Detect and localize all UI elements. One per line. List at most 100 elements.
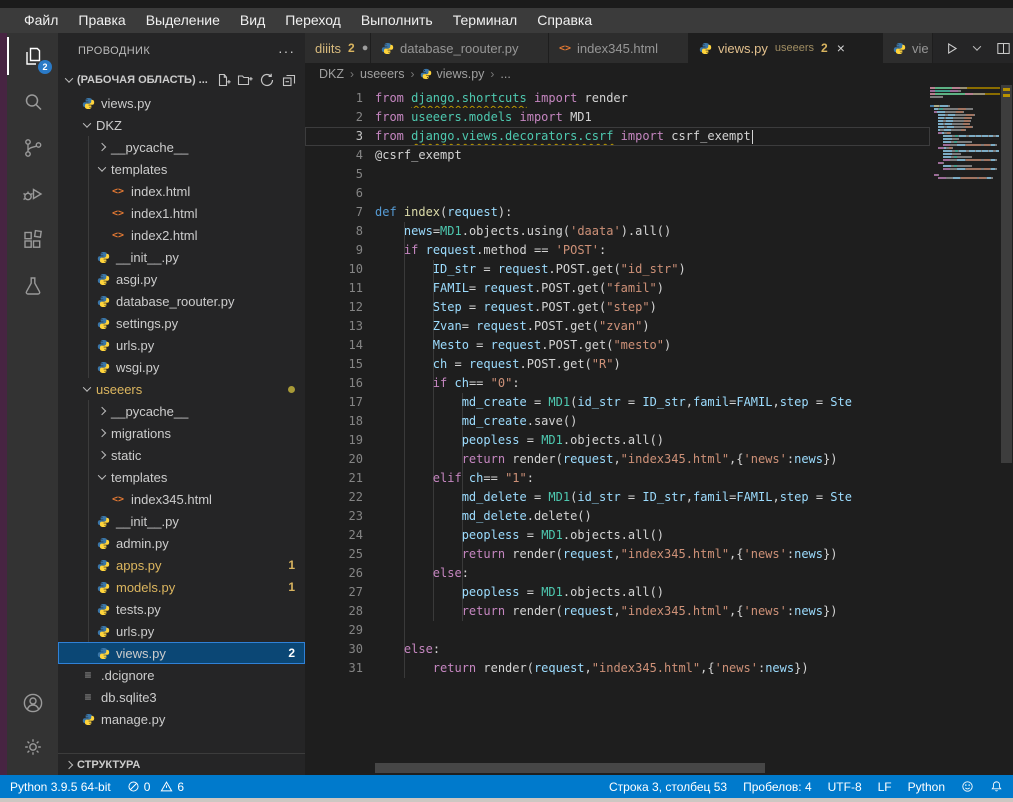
tree-item-templates[interactable]: templates [58, 158, 305, 180]
status-language-mode[interactable]: Python [908, 780, 945, 794]
minimap-line [930, 147, 1000, 149]
status-indentation[interactable]: Пробелов: 4 [743, 780, 812, 794]
collapse-folders-icon[interactable] [281, 72, 297, 88]
tab-index345[interactable]: <>index345.html [549, 33, 689, 63]
tab-views-partial[interactable]: vie [883, 33, 933, 63]
minimap-line [930, 135, 1000, 137]
tree-item-urls-py[interactable]: urls.py [58, 620, 305, 642]
status-feedback[interactable] [961, 780, 974, 793]
list-file-icon: ≡ [80, 690, 96, 704]
refresh-icon[interactable] [259, 72, 275, 88]
menu-item-selection[interactable]: Выделение [136, 8, 230, 33]
tree-item-settings-py[interactable]: settings.py [58, 312, 305, 334]
tab-views[interactable]: views.pyuseeers2× [689, 33, 883, 63]
breadcrumb-separator: › [410, 67, 414, 81]
status-python-interpreter[interactable]: Python 3.9.5 64-bit [10, 780, 111, 794]
tree-item--dcignore[interactable]: ≡.dcignore [58, 664, 305, 686]
menu-item-view[interactable]: Вид [230, 8, 275, 33]
feedback-smiley-icon[interactable] [961, 780, 974, 793]
tree-item-urls-py[interactable]: urls.py [58, 334, 305, 356]
code-line-content: md_delete = MD1(id_str = ID_str,famil=FA… [363, 488, 852, 507]
tree-item-index345-html[interactable]: <>index345.html [58, 488, 305, 510]
menu-item-edit[interactable]: Правка [68, 8, 135, 33]
breadcrumb-item[interactable]: useeers [360, 67, 404, 81]
tree-item--pycache-[interactable]: __pycache__ [58, 400, 305, 422]
scrollbar-slider[interactable] [1001, 85, 1012, 463]
breadcrumb-item[interactable]: ... [500, 67, 510, 81]
workspace-header[interactable]: (РАБОЧАЯ ОБЛАСТЬ) ... [58, 68, 305, 92]
breadcrumb[interactable]: DKZ›useeers›views.py›... [305, 63, 1013, 85]
breadcrumb-item[interactable]: DKZ [319, 67, 344, 81]
activity-extensions-button[interactable] [7, 217, 58, 263]
activity-search-button[interactable] [7, 79, 58, 125]
tree-item-database-roouter-py[interactable]: database_roouter.py [58, 290, 305, 312]
menu-item-help[interactable]: Справка [527, 8, 602, 33]
warning-icon [160, 780, 173, 793]
file-icon [95, 537, 111, 550]
tree-item-db-sqlite3[interactable]: ≡db.sqlite3 [58, 686, 305, 708]
close-icon[interactable]: × [837, 40, 845, 56]
minimap-line [930, 108, 1000, 110]
tree-item-views-py[interactable]: views.py2 [58, 642, 305, 664]
menu-item-run[interactable]: Выполнить [351, 8, 443, 33]
tree-item-apps-py[interactable]: apps.py1 [58, 554, 305, 576]
tree-item-templates[interactable]: templates [58, 466, 305, 488]
tree-item--init-py[interactable]: __init__.py [58, 510, 305, 532]
activity-run-debug-button[interactable] [7, 171, 58, 217]
tree-item-index2-html[interactable]: <>index2.html [58, 224, 305, 246]
minimap-line [930, 150, 1000, 152]
status-cursor-position[interactable]: Строка 3, столбец 53 [609, 780, 727, 794]
minimap-line [930, 105, 1000, 107]
tree-item-label: __pycache__ [111, 404, 188, 419]
tree-item-useeers[interactable]: useeers [58, 378, 305, 400]
activity-explorer-button[interactable]: 2 [7, 33, 58, 79]
menu-item-terminal[interactable]: Терминал [443, 8, 527, 33]
activity-source-control-button[interactable] [7, 125, 58, 171]
tree-item-index-html[interactable]: <>index.html [58, 180, 305, 202]
tree-item--init-py[interactable]: __init__.py [58, 246, 305, 268]
tree-item-models-py[interactable]: models.py1 [58, 576, 305, 598]
status-problems[interactable]: 06 [127, 780, 184, 794]
status-eol[interactable]: LF [878, 780, 892, 794]
file-icon [95, 295, 111, 308]
tree-item-migrations[interactable]: migrations [58, 422, 305, 444]
menu-item-file[interactable]: Файл [14, 8, 68, 33]
chevron-down-icon[interactable] [973, 42, 981, 50]
code-area[interactable]: 1from django.shortcuts import render2fro… [305, 85, 1013, 775]
tree-item-static[interactable]: static [58, 444, 305, 466]
tree-item-manage-py[interactable]: manage.py [58, 708, 305, 730]
tab-diiits[interactable]: diiits2● [305, 33, 371, 63]
breadcrumb-item[interactable]: views.py [436, 67, 484, 81]
tab-database-roouter[interactable]: database_roouter.py [371, 33, 549, 63]
notifications-bell-icon[interactable] [990, 780, 1003, 793]
outline-section-header[interactable]: СТРУКТУРА [58, 753, 305, 775]
tree-item-admin-py[interactable]: admin.py [58, 532, 305, 554]
horizontal-scrollbar[interactable] [375, 763, 765, 773]
run-icon[interactable] [943, 40, 960, 57]
vertical-scrollbar[interactable] [1000, 85, 1013, 775]
settings-button[interactable] [7, 725, 58, 769]
tree-item-asgi-py[interactable]: asgi.py [58, 268, 305, 290]
code-line: 16 if ch== "0": [305, 374, 930, 393]
sidebar-more-actions[interactable]: ··· [278, 43, 295, 59]
tree-item--pycache-[interactable]: __pycache__ [58, 136, 305, 158]
tree-item-label: __init__.py [116, 514, 179, 529]
tree-item-index1-html[interactable]: <>index1.html [58, 202, 305, 224]
tree-item-dkz[interactable]: DKZ [58, 114, 305, 136]
split-editor-icon[interactable] [995, 40, 1012, 57]
search-icon [21, 90, 45, 114]
new-folder-icon[interactable] [237, 72, 253, 88]
activity-testing-button[interactable] [7, 263, 58, 309]
status-notifications[interactable] [990, 780, 1003, 793]
python-file-icon [699, 42, 712, 55]
tree-item-wsgi-py[interactable]: wsgi.py [58, 356, 305, 378]
status-encoding[interactable]: UTF-8 [828, 780, 862, 794]
minimap[interactable] [930, 87, 1000, 180]
account-button[interactable] [7, 681, 58, 725]
error-icon [127, 780, 140, 793]
menu-item-go[interactable]: Переход [275, 8, 351, 33]
tree-item-tests-py[interactable]: tests.py [58, 598, 305, 620]
new-file-icon[interactable] [215, 72, 231, 88]
code-line: 22 md_delete = MD1(id_str = ID_str,famil… [305, 488, 930, 507]
tree-item-views-py[interactable]: views.py [58, 92, 305, 114]
